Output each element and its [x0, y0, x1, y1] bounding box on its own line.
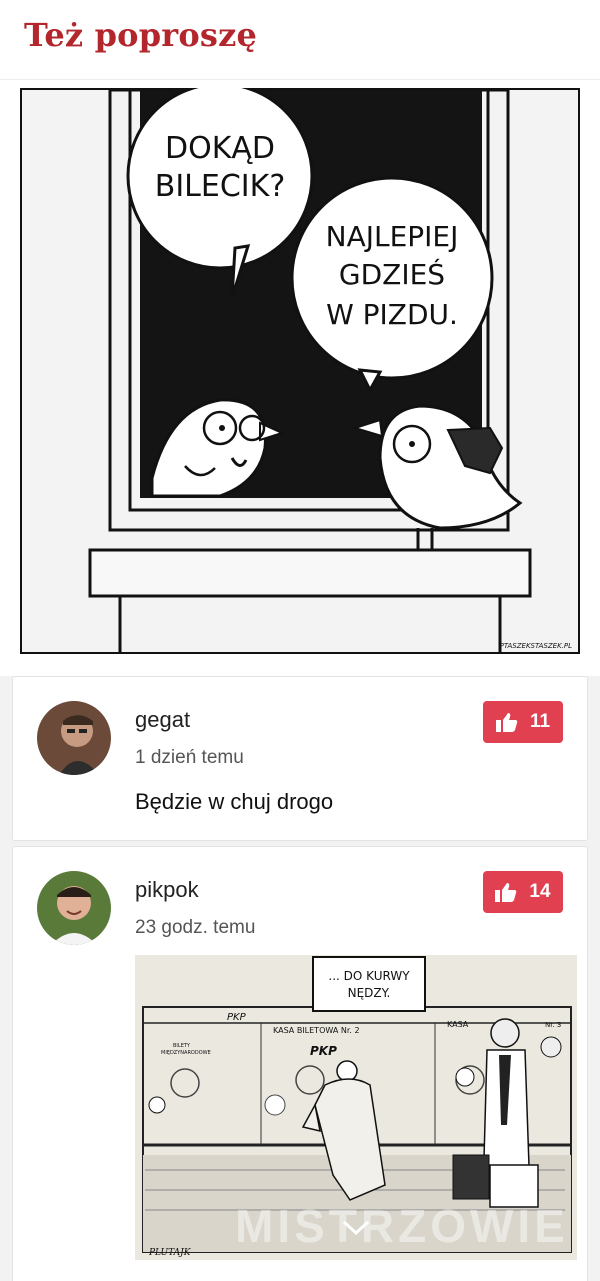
comment-image-sign-mid: KASA BILETOWA Nr. 2 [273, 1026, 360, 1035]
like-button[interactable]: 14 [483, 871, 563, 913]
comment-image-sign-left: PKP [227, 1012, 247, 1023]
comment-image[interactable]: ... DO KURWY NĘDZY. PKP KASA BILETOWA Nr… [135, 955, 577, 1260]
page-header: Też poproszę [0, 0, 600, 80]
avatar[interactable] [37, 701, 111, 775]
comment-username[interactable]: pikpok [135, 877, 199, 903]
thumbs-up-icon [495, 882, 517, 902]
bubble1-line1: DOKĄD [165, 131, 275, 166]
post-image[interactable]: DOKĄD BILECIK? NAJLEPIEJ GDZIEŚ W PIZDU.… [20, 88, 580, 654]
page-title: Też poproszę [24, 16, 258, 54]
comment-timestamp: 23 godz. temu [135, 917, 256, 938]
watermark: MISTRZOWIE [235, 1200, 569, 1252]
bubble2-line2: GDZIEŚ [339, 257, 445, 291]
comment-image-small-sign-line2: MIĘDZYNARODOWE [161, 1050, 211, 1056]
comment-image-sign-right2: Nr. 3 [545, 1021, 561, 1029]
comment-image-small-sign-line1: BILETY [173, 1043, 191, 1049]
chevron-down-icon[interactable] [340, 1218, 372, 1238]
comment-image-sign-center: PKP [310, 1044, 337, 1058]
comment-timestamp: 1 dzień temu [135, 747, 244, 768]
like-count: 14 [529, 881, 551, 902]
bubble1-line2: BILECIK? [155, 169, 286, 204]
bubble2-line3: W PIZDU. [326, 298, 458, 331]
comments-feed: gegat 1 dzień temu Będzie w chuj drogo 1… [0, 676, 600, 1281]
comment-card: gegat 1 dzień temu Będzie w chuj drogo 1… [12, 676, 588, 841]
bubble2-line1: NAJLEPIEJ [326, 220, 459, 253]
comment-text: Będzie w chuj drogo [135, 789, 334, 814]
comic-credit: PTASZEKSTASZEK.PL [500, 642, 572, 650]
like-count: 11 [529, 711, 551, 732]
like-button[interactable]: 11 [483, 701, 563, 743]
comment-image-sign-right: KASA [447, 1020, 469, 1029]
comment-image-signature: PLUTAJK [148, 1248, 192, 1258]
comment-card: pikpok 23 godz. temu 14 ... DO KURWY NĘD… [12, 846, 588, 1281]
avatar[interactable] [37, 871, 111, 945]
comment-username[interactable]: gegat [135, 707, 190, 733]
comment-image-bubble-line2: NĘDZY. [348, 986, 391, 1000]
thumbs-up-icon [495, 712, 518, 732]
comment-image-bubble-line1: ... DO KURWY [328, 969, 410, 983]
